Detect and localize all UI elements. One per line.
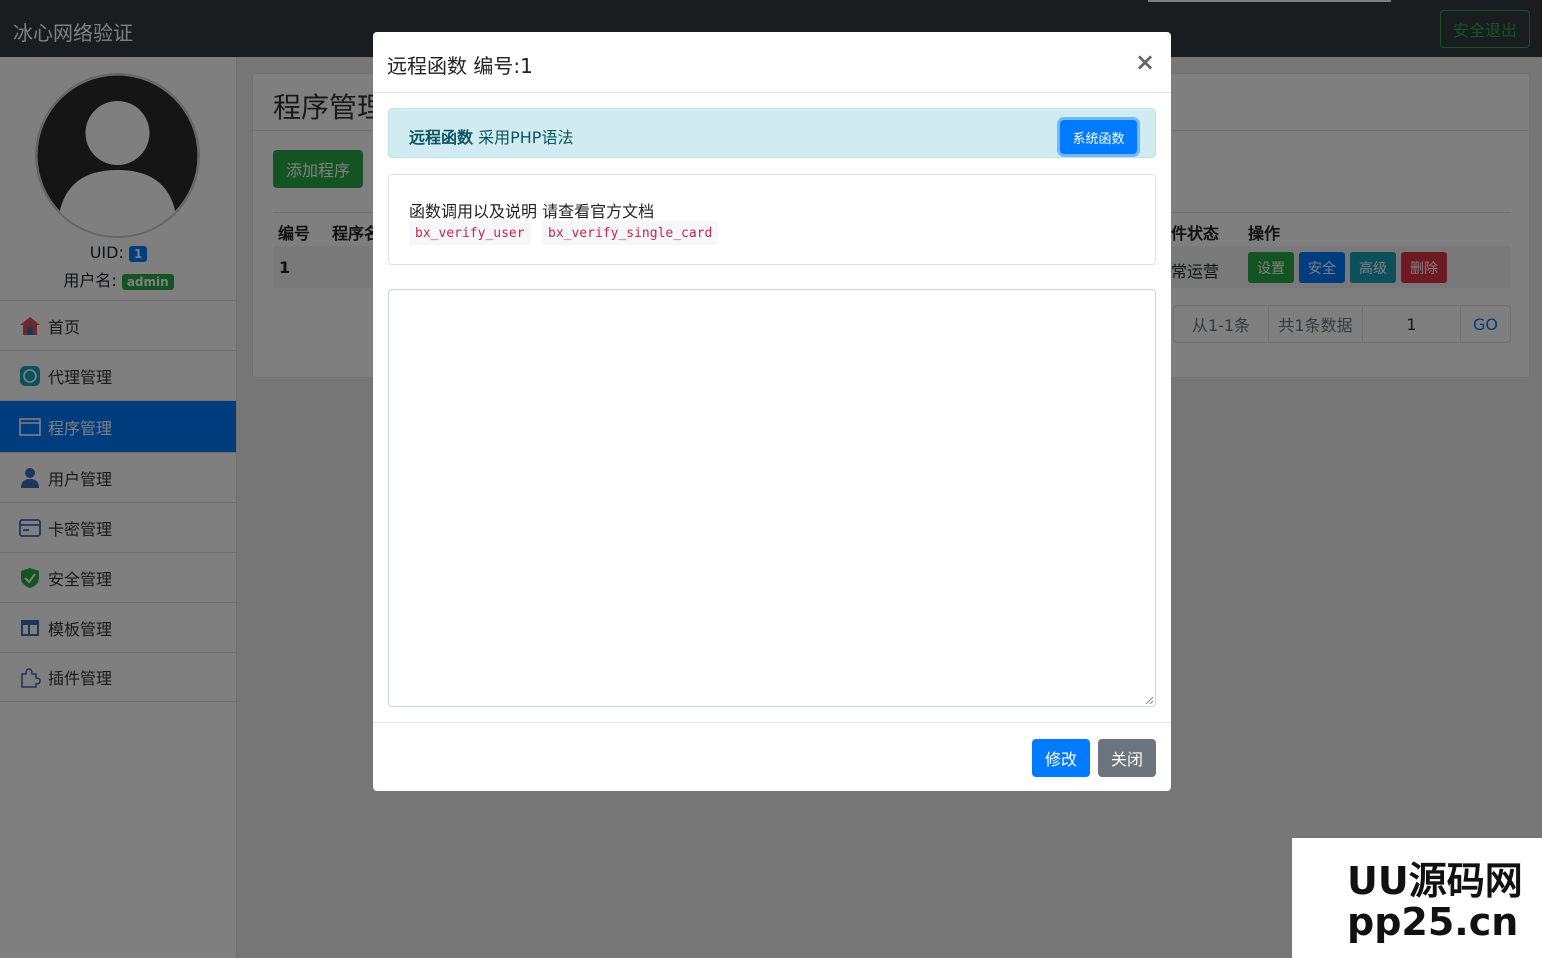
save-button[interactable]: 修改 xyxy=(1032,739,1090,777)
watermark: UU源码网 pp25.cn xyxy=(1292,838,1542,958)
modal-title: 远程函数 编号:1 xyxy=(387,54,533,78)
code-bx-verify-user: bx_verify_user xyxy=(409,221,531,245)
code-editor-textarea[interactable] xyxy=(388,289,1156,707)
resize-handle-icon[interactable] xyxy=(1144,695,1154,705)
watermark-line1: UU源码网 xyxy=(1347,859,1523,903)
system-functions-button[interactable]: 系统函数 xyxy=(1060,120,1137,154)
doc-panel: 函数调用以及说明 请查看官方文档 bx_verify_user bx_verif… xyxy=(388,174,1156,265)
modal-footer: 修改 关闭 xyxy=(373,722,1171,791)
modal-header: 远程函数 编号:1 × xyxy=(373,32,1171,93)
close-icon[interactable]: × xyxy=(1135,48,1155,76)
alert-strong: 远程函数 xyxy=(409,128,474,147)
close-button[interactable]: 关闭 xyxy=(1098,739,1156,777)
info-alert: 远程函数 采用PHP语法 系统函数 xyxy=(388,108,1156,158)
code-bx-verify-single-card: bx_verify_single_card xyxy=(542,221,719,245)
alert-description: 采用PHP语法 xyxy=(478,128,574,147)
alert-text: 远程函数 采用PHP语法 xyxy=(409,124,573,148)
doc-text: 函数调用以及说明 请查看官方文档 xyxy=(409,202,655,221)
remote-function-modal: 远程函数 编号:1 × 远程函数 采用PHP语法 系统函数 函数调用以及说明 请… xyxy=(373,32,1171,791)
watermark-line2: pp25.cn xyxy=(1347,900,1519,944)
